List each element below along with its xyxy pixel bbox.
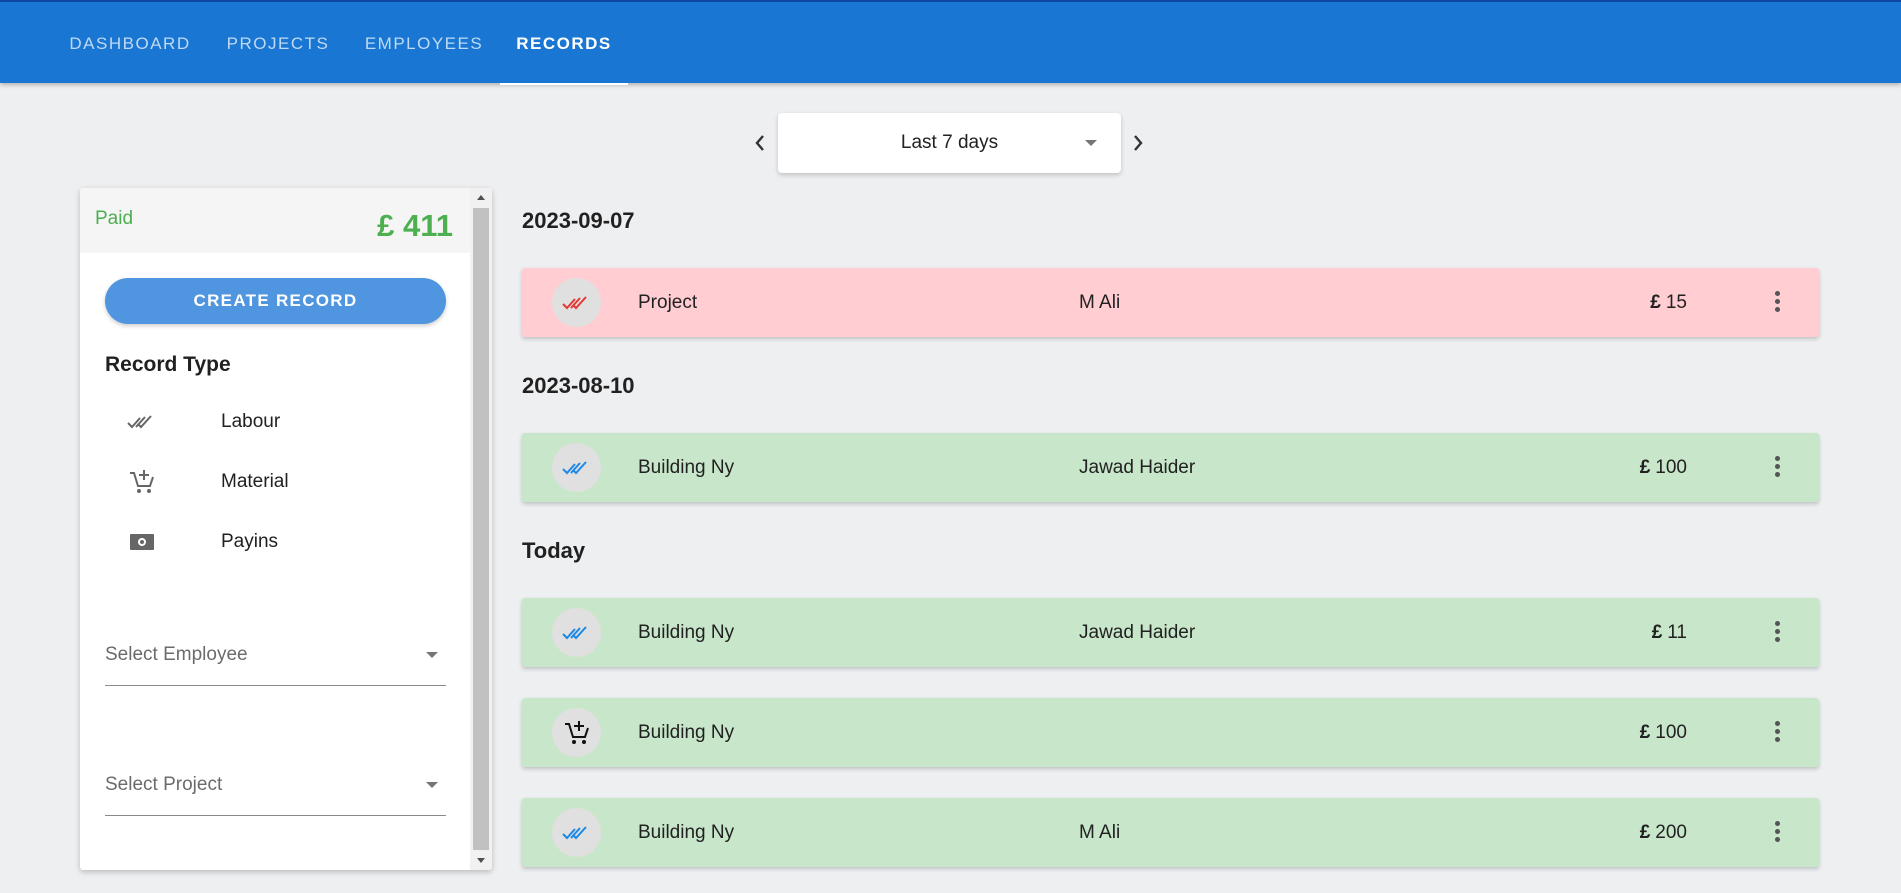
- record-amount: £200: [1639, 822, 1687, 843]
- record-employee: M Ali: [1079, 292, 1121, 313]
- more-options-icon[interactable]: [1771, 818, 1783, 848]
- paid-summary: Paid £ 411: [80, 188, 470, 253]
- tab-label: PROJECTS: [226, 33, 330, 53]
- double-check-icon: [561, 825, 587, 839]
- project-select[interactable]: Select Project: [105, 754, 446, 816]
- scroll-down-arrow[interactable]: [477, 858, 485, 863]
- record-type-avatar: [552, 808, 601, 857]
- panel-scrollbar[interactable]: [470, 188, 492, 870]
- record-amount: £100: [1639, 722, 1687, 743]
- tab-projects[interactable]: PROJECTS: [213, 2, 343, 85]
- employee-select[interactable]: Select Employee: [105, 624, 446, 686]
- filter-panel: Paid £ 411 CREATE RECORD Record Type Lab…: [80, 188, 492, 870]
- tab-label: RECORDS: [516, 33, 612, 53]
- record-amount: £15: [1650, 292, 1687, 313]
- chevron-down-icon: [1085, 140, 1097, 146]
- record-type-material[interactable]: Material: [105, 457, 445, 507]
- record-employee: Jawad Haider: [1079, 622, 1196, 643]
- add-cart-icon: [127, 467, 157, 497]
- tab-label: EMPLOYEES: [364, 33, 484, 53]
- record-type-label: Payins: [221, 531, 279, 552]
- record-type-avatar: [552, 708, 601, 757]
- paid-total: 411: [402, 208, 453, 243]
- more-options-icon[interactable]: [1771, 288, 1783, 318]
- create-record-button[interactable]: CREATE RECORD: [105, 278, 446, 324]
- tab-employees[interactable]: EMPLOYEES: [354, 2, 494, 85]
- paid-amount: £ 411: [377, 208, 453, 244]
- record-amount: £100: [1639, 457, 1687, 478]
- scroll-up-arrow[interactable]: [477, 195, 485, 200]
- tab-dashboard[interactable]: DASHBOARD: [55, 2, 205, 85]
- project-select-placeholder: Select Project: [105, 774, 223, 795]
- record-type-payins[interactable]: Payins: [105, 517, 445, 567]
- record-type-avatar: [552, 443, 601, 492]
- record-row[interactable]: Building Ny M Ali £200: [522, 798, 1819, 867]
- record-project: Building Ny: [638, 457, 735, 478]
- chevron-right-icon: [1134, 135, 1143, 151]
- double-check-icon: [561, 295, 587, 309]
- more-options-icon[interactable]: [1771, 453, 1783, 483]
- date-group-heading: 2023-09-07: [522, 208, 635, 233]
- record-row[interactable]: Building Ny Jawad Haider £100: [522, 433, 1819, 502]
- record-project: Project: [638, 292, 698, 313]
- next-period-button[interactable]: [1126, 126, 1150, 160]
- record-project: Building Ny: [638, 722, 735, 743]
- record-employee: Jawad Haider: [1079, 457, 1196, 478]
- record-project: Building Ny: [638, 822, 735, 843]
- double-check-icon: [127, 407, 157, 437]
- add-cart-icon: [564, 720, 589, 744]
- record-amount: £11: [1651, 622, 1687, 643]
- tab-label: DASHBOARD: [69, 33, 191, 53]
- record-row[interactable]: Building Ny Jawad Haider £11: [522, 598, 1819, 667]
- record-row[interactable]: Building Ny £100: [522, 698, 1819, 767]
- record-type-avatar: [552, 278, 601, 327]
- more-options-icon[interactable]: [1771, 718, 1783, 748]
- scrollbar-thumb[interactable]: [473, 208, 489, 850]
- record-type-label: Labour: [221, 411, 281, 432]
- active-tab-indicator: [500, 83, 628, 85]
- top-app-bar: DASHBOARD PROJECTS EMPLOYEES RECORDS: [0, 0, 1901, 85]
- cash-icon: [127, 527, 157, 557]
- date-group-heading: Today: [522, 538, 586, 563]
- period-value: Last 7 days: [900, 132, 999, 153]
- chevron-down-icon: [426, 782, 438, 788]
- employee-select-placeholder: Select Employee: [105, 644, 248, 665]
- record-type-labour[interactable]: Labour: [105, 397, 445, 447]
- date-group-heading: 2023-08-10: [522, 373, 635, 398]
- record-type-avatar: [552, 608, 601, 657]
- record-employee: M Ali: [1079, 822, 1121, 843]
- chevron-left-icon: [755, 135, 764, 151]
- record-row[interactable]: Project M Ali £15: [522, 268, 1819, 337]
- record-type-label: Material: [221, 471, 289, 492]
- double-check-icon: [561, 625, 587, 639]
- paid-label: Paid: [95, 208, 134, 229]
- more-options-icon[interactable]: [1771, 618, 1783, 648]
- currency-symbol: £: [377, 208, 395, 243]
- record-type-heading: Record Type: [105, 353, 231, 376]
- previous-period-button[interactable]: [748, 126, 772, 160]
- period-select[interactable]: Last 7 days: [778, 113, 1121, 173]
- chevron-down-icon: [426, 652, 438, 658]
- record-project: Building Ny: [638, 622, 735, 643]
- double-check-icon: [561, 460, 587, 474]
- tab-records[interactable]: RECORDS: [500, 2, 628, 85]
